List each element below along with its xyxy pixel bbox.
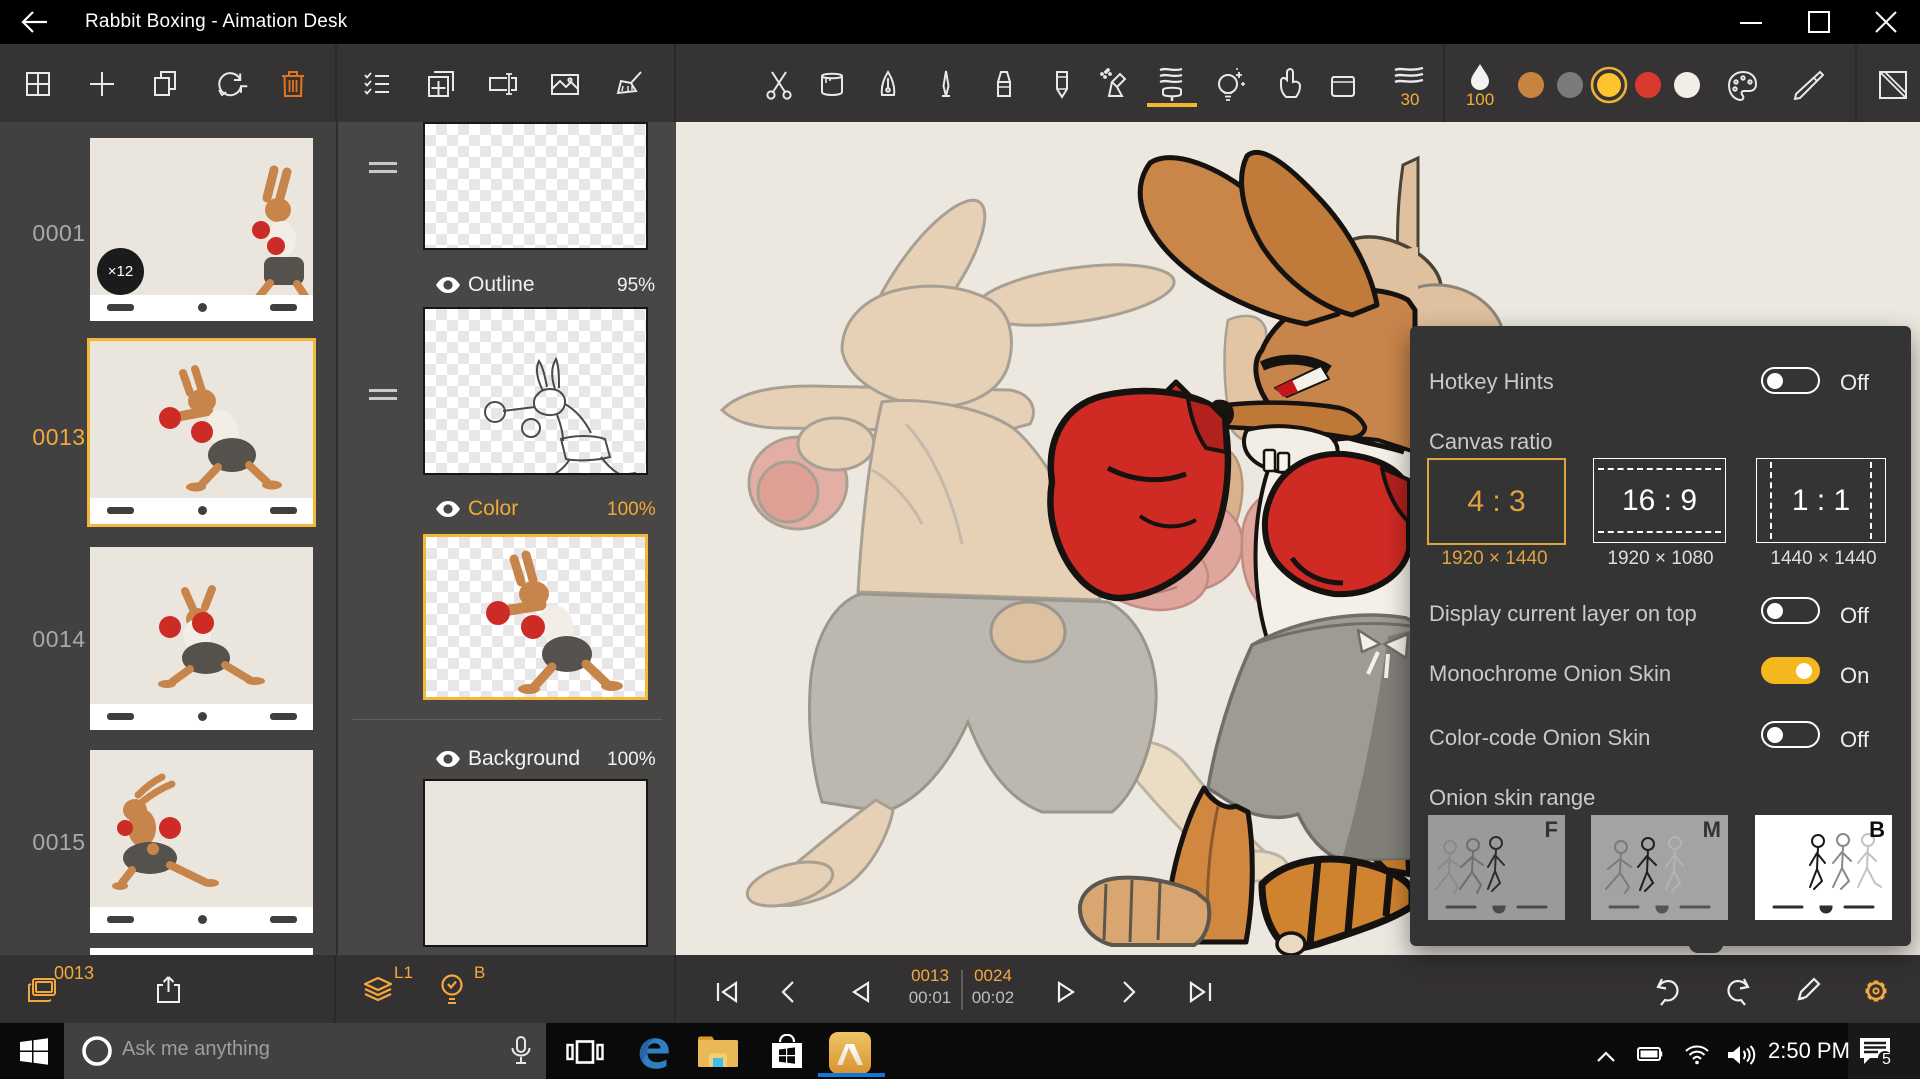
svg-text:5: 5: [1882, 1051, 1891, 1068]
